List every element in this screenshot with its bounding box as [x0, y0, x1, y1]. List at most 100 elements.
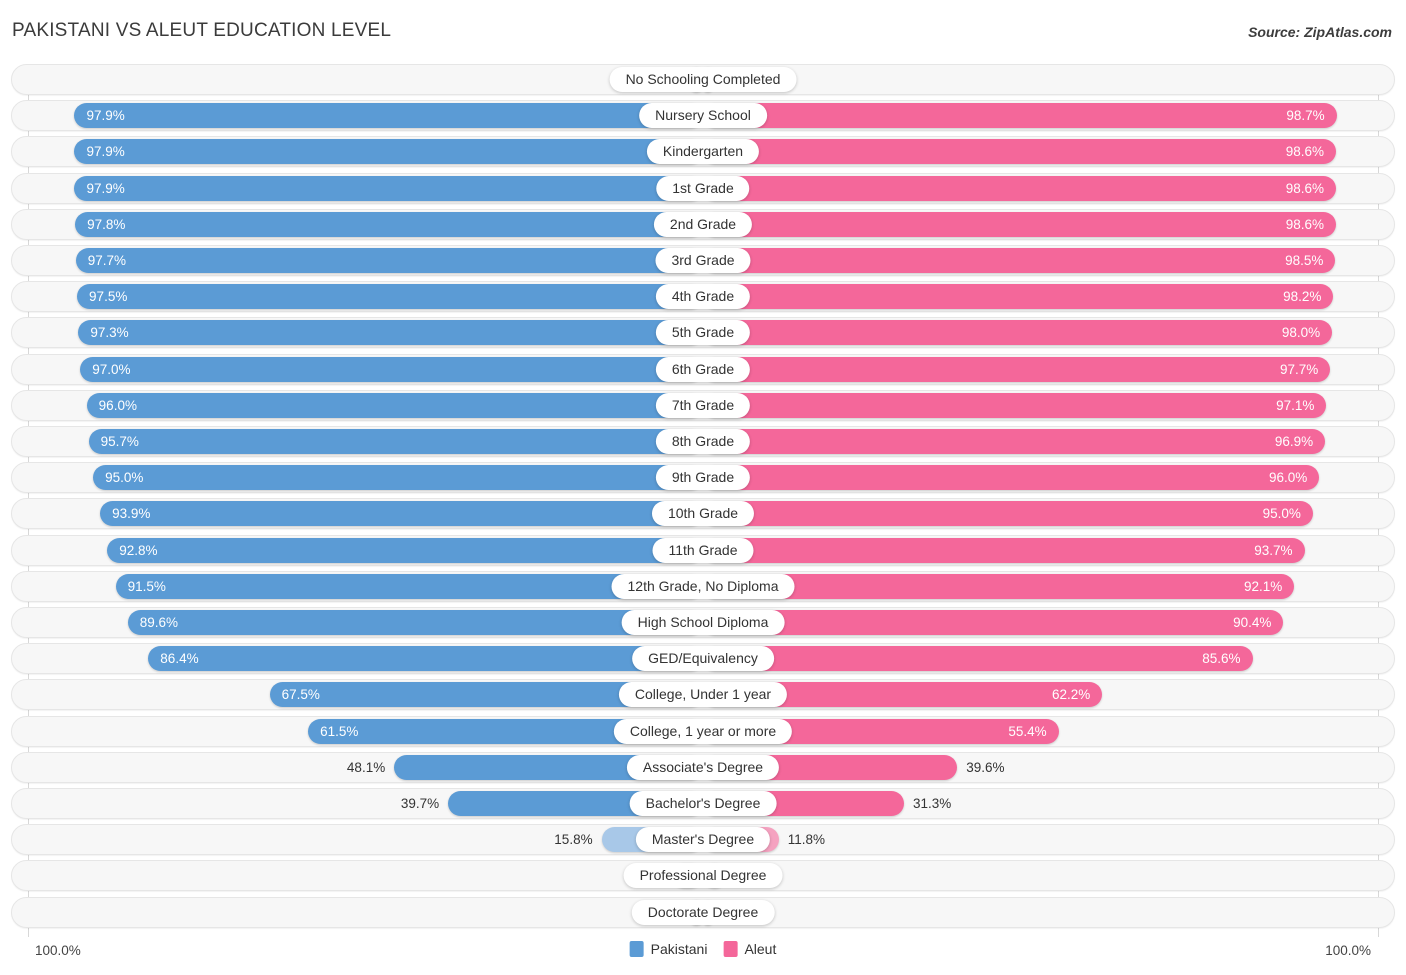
category-label: 5th Grade	[655, 320, 751, 346]
bar-aleut[interactable]	[703, 211, 1336, 237]
bar-aleut[interactable]	[703, 284, 1334, 310]
value-label-pakistani: 97.3%	[90, 325, 129, 341]
bar-aleut[interactable]	[703, 320, 1333, 346]
bar-aleut[interactable]	[703, 537, 1305, 563]
value-label-pakistani: 95.7%	[100, 434, 139, 449]
axis-label-left: 100.0%	[35, 943, 81, 958]
category-label: Nursery School	[639, 103, 767, 129]
legend-item-aleut[interactable]: Aleut	[723, 941, 776, 957]
value-label-pakistani: 95.0%	[105, 470, 144, 486]
category-label: College, Under 1 year	[618, 682, 788, 708]
category-label: 8th Grade	[655, 429, 751, 454]
legend-swatch-aleut	[723, 941, 738, 957]
value-label-pakistani: 97.9%	[86, 144, 125, 160]
category-label: 2nd Grade	[653, 211, 753, 237]
category-label: 9th Grade	[655, 465, 751, 491]
bar-aleut[interactable]	[703, 501, 1313, 527]
chart-row: 91.5% 92.1% 12th Grade, No Diploma	[0, 570, 1406, 602]
chart-row: 61.5% 55.4% College, 1 year or more	[0, 715, 1406, 747]
chart-row: 89.6% 90.4% High School Diploma	[0, 607, 1406, 638]
category-label: 1st Grade	[656, 175, 750, 201]
value-label-aleut: 90.4%	[1233, 615, 1272, 630]
bar-pakistani[interactable]	[75, 211, 703, 237]
bar-aleut[interactable]	[703, 175, 1336, 201]
chart-row: 92.8% 93.7% 11th Grade	[0, 534, 1406, 566]
category-label: 6th Grade	[655, 356, 751, 382]
category-label: 12th Grade, No Diploma	[611, 573, 795, 599]
bar-aleut[interactable]	[703, 392, 1327, 418]
value-label-aleut: 98.2%	[1283, 289, 1322, 305]
value-label-pakistani: 92.8%	[119, 542, 158, 558]
value-label-aleut: 11.8%	[787, 832, 826, 848]
value-label-aleut: 96.0%	[1269, 470, 1308, 486]
bar-pakistani[interactable]	[88, 429, 703, 454]
value-label-pakistani: 67.5%	[281, 687, 320, 703]
chart-row: 97.3% 98.0% 5th Grade	[0, 317, 1406, 349]
bar-pakistani[interactable]	[78, 320, 703, 346]
category-label: Associate's Degree	[626, 754, 780, 780]
value-label-aleut: 98.6%	[1285, 216, 1324, 232]
value-label-aleut: 39.6%	[966, 759, 1005, 775]
chart-row: 2.1%1.6%No Schooling Completed	[0, 64, 1406, 95]
chart-row: 48.1% 39.6% Associate's Degree	[0, 751, 1406, 783]
value-label-pakistani: 97.9%	[86, 108, 125, 124]
bar-pakistani[interactable]	[74, 175, 703, 201]
chart-row: 97.9% 98.6% 1st Grade	[0, 172, 1406, 204]
value-label-aleut: 55.4%	[1008, 723, 1047, 739]
value-label-pakistani: 97.0%	[92, 361, 131, 377]
chart-header: PAKISTANI VS ALEUT EDUCATION LEVEL Sourc…	[0, 0, 1406, 60]
value-label-pakistani: 15.8%	[554, 832, 593, 848]
value-label-aleut: 97.7%	[1279, 361, 1319, 377]
page-title: PAKISTANI VS ALEUT EDUCATION LEVEL	[12, 20, 392, 41]
bar-aleut[interactable]	[703, 429, 1326, 454]
value-label-pakistani: 48.1%	[346, 759, 386, 775]
bar-pakistani[interactable]	[74, 103, 703, 129]
legend-item-pakistani[interactable]: Pakistani	[629, 941, 707, 957]
bar-aleut[interactable]	[703, 356, 1331, 382]
value-label-pakistani: 97.5%	[89, 289, 128, 305]
chart-row: 97.9% 98.7% Nursery School	[0, 100, 1406, 132]
bar-pakistani[interactable]	[75, 248, 703, 273]
bar-aleut[interactable]	[703, 646, 1253, 672]
value-label-pakistani: 89.6%	[139, 615, 179, 630]
category-label: No Schooling Completed	[609, 67, 797, 92]
bar-pakistani[interactable]	[74, 139, 703, 165]
value-label-pakistani: 97.8%	[87, 216, 126, 232]
category-label: GED/Equivalency	[632, 646, 774, 672]
value-label-pakistani: 97.7%	[87, 253, 127, 268]
bar-pakistani[interactable]	[107, 537, 703, 563]
category-label: Professional Degree	[623, 863, 783, 889]
value-label-pakistani: 39.7%	[400, 796, 440, 811]
value-label-pakistani: 61.5%	[320, 723, 359, 739]
bar-pakistani[interactable]	[148, 646, 703, 672]
category-label: 10th Grade	[651, 501, 755, 527]
value-label-aleut: 97.1%	[1276, 397, 1315, 413]
chart-row: 97.9% 98.6% Kindergarten	[0, 136, 1406, 168]
bar-aleut[interactable]	[703, 103, 1337, 129]
source-attribution: Source: ZipAtlas.com	[1248, 24, 1392, 40]
category-label: Doctorate Degree	[631, 899, 775, 925]
chart-row: 97.0% 97.7% 6th Grade	[0, 353, 1406, 385]
value-label-pakistani: 86.4%	[160, 651, 199, 667]
category-label: Kindergarten	[646, 139, 760, 165]
bar-pakistani[interactable]	[80, 356, 703, 382]
bar-pakistani[interactable]	[100, 501, 703, 527]
category-label: 3rd Grade	[655, 248, 751, 273]
bar-pakistani[interactable]	[77, 284, 703, 310]
legend-label-aleut: Aleut	[744, 941, 777, 957]
bar-aleut[interactable]	[703, 248, 1336, 273]
value-label-aleut: 85.6%	[1202, 651, 1241, 667]
chart-row: 2.0%1.5%Doctorate Degree	[0, 896, 1406, 928]
bar-pakistani[interactable]	[93, 465, 703, 491]
bar-aleut[interactable]	[703, 139, 1336, 165]
bar-aleut[interactable]	[703, 465, 1320, 491]
bar-aleut[interactable]	[703, 610, 1284, 635]
chart-row: 4.8%3.6%Professional Degree	[0, 860, 1406, 892]
diverging-bar-chart: 2.1%1.6%No Schooling Completed 97.9% 98.7%…	[0, 62, 1406, 937]
bar-pakistani[interactable]	[127, 610, 703, 635]
legend-swatch-pakistani	[629, 941, 644, 957]
chart-row: 95.0% 96.0% 9th Grade	[0, 462, 1406, 494]
bar-pakistani[interactable]	[86, 392, 703, 418]
chart-legend: Pakistani Aleut	[629, 941, 776, 957]
category-label: Master's Degree	[635, 827, 771, 853]
